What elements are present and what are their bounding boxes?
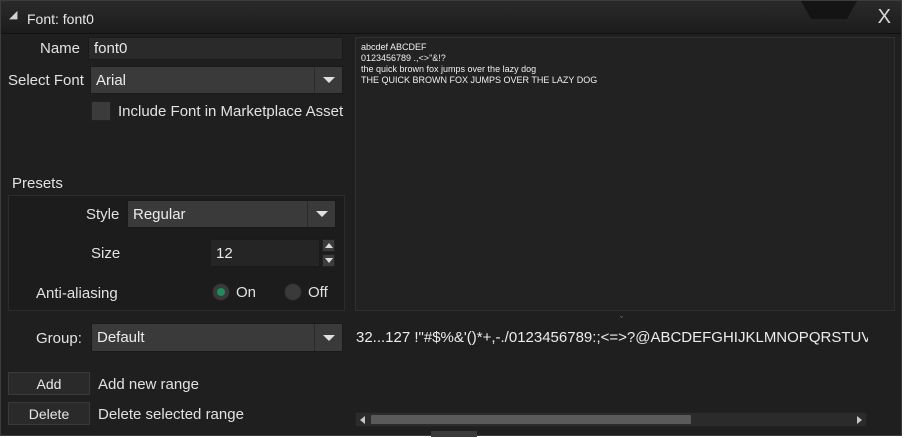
anti-aliasing-on-label: On <box>236 284 257 301</box>
add-range-button[interactable]: Add <box>8 372 90 395</box>
chevron-down-icon[interactable] <box>314 324 342 351</box>
font-editor-window: ◢ Font: font0 X Name font0 Select Font A… <box>0 0 902 437</box>
size-label: Size <box>91 245 121 262</box>
preview-line: the quick brown fox jumps over the lazy … <box>361 64 537 74</box>
select-font-label: Select Font <box>8 72 84 89</box>
anti-aliasing-on-radio[interactable] <box>212 283 230 301</box>
delete-range-description: Delete selected range <box>98 406 244 423</box>
size-decrement-button[interactable] <box>322 254 335 267</box>
chevron-down-icon[interactable] <box>307 201 335 227</box>
presets-title: Presets <box>12 175 63 192</box>
size-input[interactable]: 12 <box>210 239 320 267</box>
select-font-dropdown[interactable]: Arial <box>90 66 343 94</box>
collapse-triangle-icon[interactable]: ◢ <box>9 8 17 21</box>
anti-aliasing-off-label: Off <box>308 284 328 301</box>
splitter-grip-icon[interactable]: ˇ <box>620 315 623 325</box>
anti-aliasing-label: Anti-aliasing <box>36 285 118 302</box>
name-input[interactable]: font0 <box>88 37 343 60</box>
bottom-resize-tab[interactable] <box>431 431 477 437</box>
add-range-description: Add new range <box>98 376 199 393</box>
select-font-value: Arial <box>96 71 127 89</box>
style-label: Style <box>86 206 120 223</box>
chevron-down-icon[interactable] <box>314 67 342 93</box>
style-dropdown[interactable]: Regular <box>127 200 336 228</box>
anti-aliasing-off-radio[interactable] <box>284 283 302 301</box>
delete-range-button[interactable]: Delete <box>8 402 90 425</box>
font-preview-panel: abcdef ABCDEF 0123456789 .,<>"&!? the qu… <box>355 37 895 311</box>
title-notch-decoration <box>801 1 857 19</box>
scroll-right-arrow-icon[interactable] <box>854 415 864 425</box>
preview-line: 0123456789 .,<>"&!? <box>361 53 446 63</box>
include-font-label: Include Font in Marketplace Asset <box>118 103 344 120</box>
include-font-checkbox[interactable] <box>91 101 111 121</box>
group-value: Default <box>97 329 145 346</box>
name-label: Name <box>40 40 81 57</box>
range-list-item[interactable]: 32...127 !"#$%&'()*+,-./0123456789:;<=>?… <box>356 329 868 349</box>
scrollbar-thumb[interactable] <box>371 415 691 424</box>
group-dropdown[interactable]: Default <box>91 323 343 352</box>
preview-text: abcdef ABCDEF 0123456789 .,<>"&!? the qu… <box>361 42 597 86</box>
size-increment-button[interactable] <box>322 239 335 252</box>
close-icon[interactable]: X <box>878 6 891 29</box>
preview-line: THE QUICK BROWN FOX JUMPS OVER THE LAZY … <box>361 75 598 85</box>
title-bar[interactable]: ◢ Font: font0 X <box>1 1 901 34</box>
group-label: Group: <box>36 330 82 347</box>
range-horizontal-scrollbar[interactable] <box>355 412 867 427</box>
style-value: Regular <box>133 205 186 223</box>
scroll-left-arrow-icon[interactable] <box>358 415 368 425</box>
preview-line: abcdef ABCDEF <box>361 42 427 52</box>
window-title: Font: font0 <box>27 11 94 27</box>
